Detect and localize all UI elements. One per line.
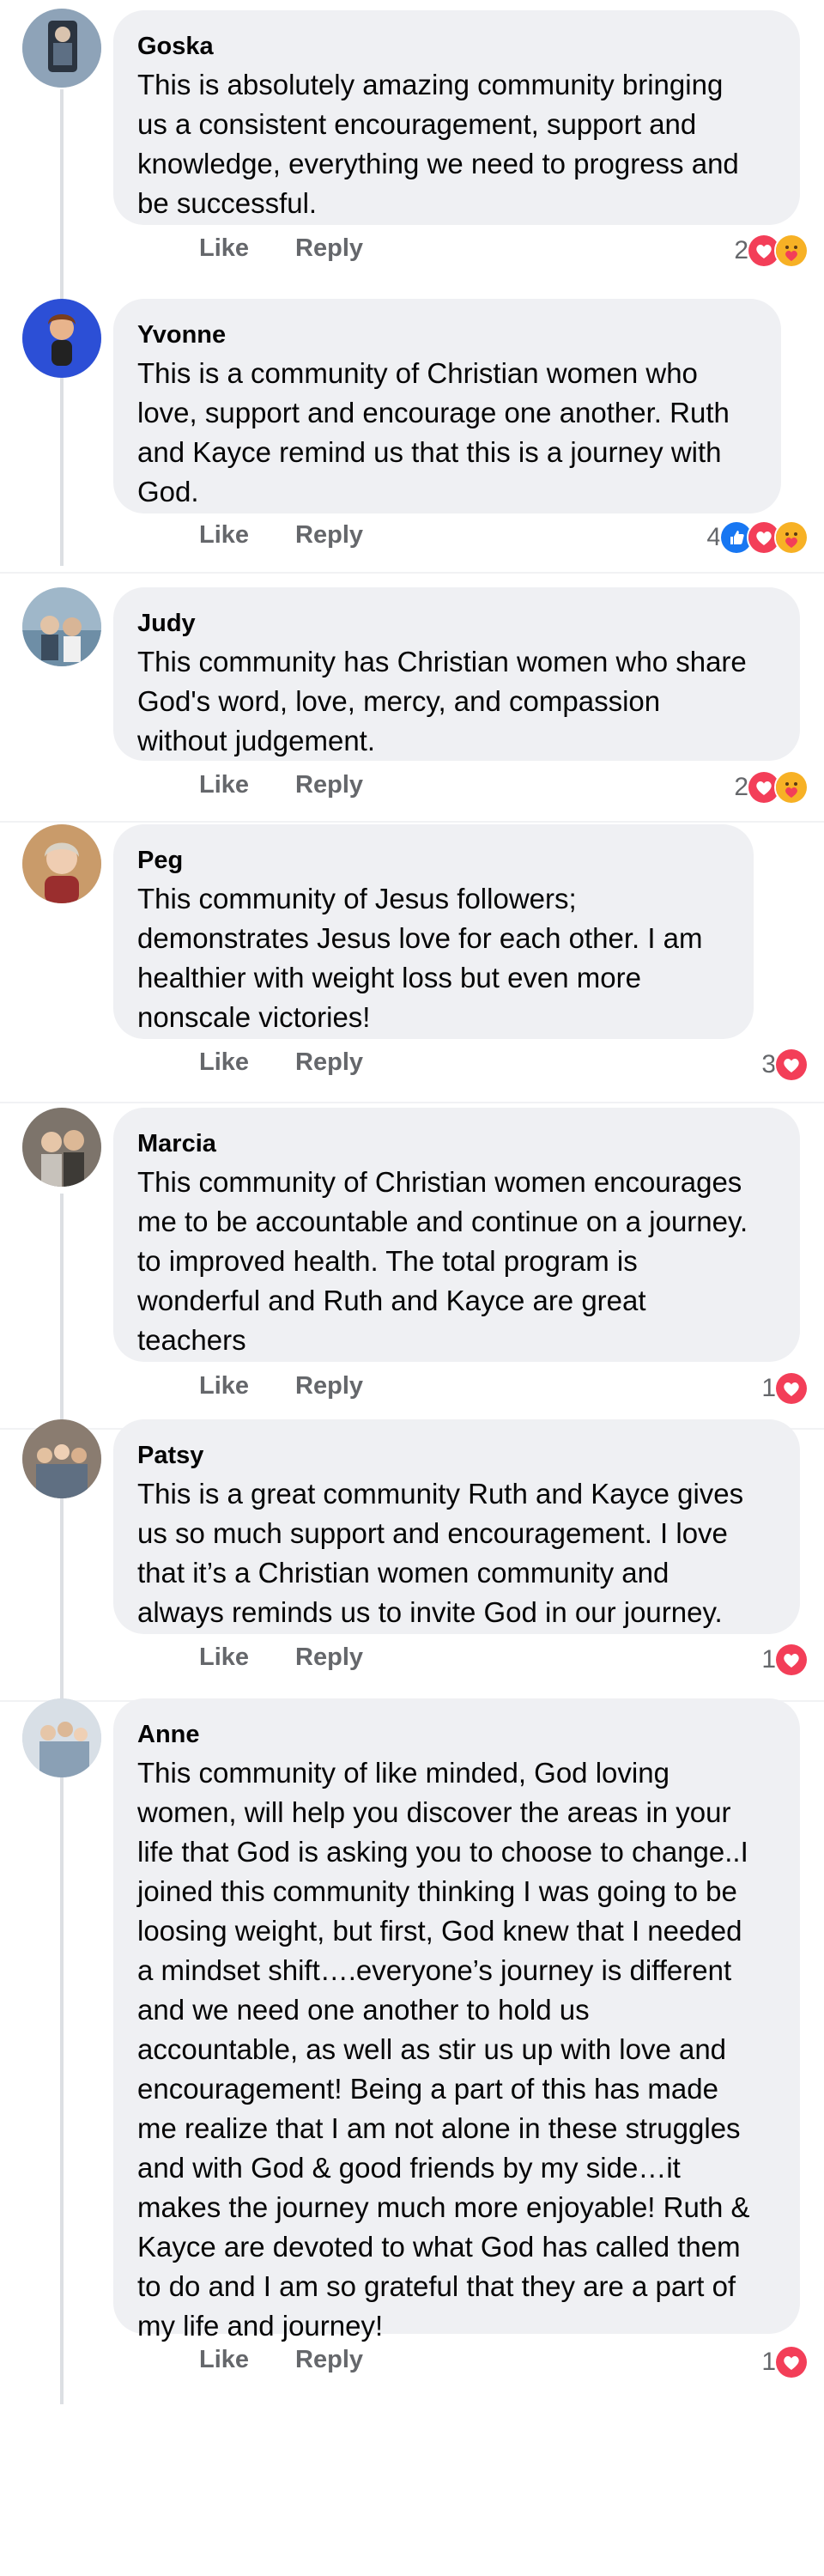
comment-actions: Like Reply [199, 1372, 363, 1406]
care-reaction-icon [774, 770, 809, 805]
comment-bubble: Judy This community has Christian women … [113, 587, 800, 761]
reply-button[interactable]: Reply [295, 2346, 363, 2373]
divider [0, 821, 824, 823]
heart-reaction-icon [774, 1643, 809, 1677]
heart-reaction-icon [774, 1371, 809, 1406]
comment-actions: Like Reply [199, 771, 363, 805]
like-button[interactable]: Like [199, 1372, 249, 1400]
comment-bubble: Anne This community of like minded, God … [113, 1698, 800, 2342]
reaction-summary[interactable]: 4 [706, 520, 809, 555]
avatar[interactable] [22, 1108, 101, 1187]
avatar[interactable] [22, 587, 101, 666]
comment-author[interactable]: Patsy [137, 1438, 774, 1473]
comment-bubble: Goska This is absolutely amazing communi… [113, 10, 800, 225]
comment-author[interactable]: Judy [137, 606, 774, 641]
heart-reaction-icon [774, 2345, 809, 2379]
avatar[interactable] [22, 1698, 101, 1777]
avatar[interactable] [22, 9, 101, 88]
comment-actions: Like Reply [199, 2346, 363, 2380]
comment-text: This is a great community Ruth and Kayce… [137, 1478, 744, 1628]
reaction-summary[interactable]: 1 [761, 1643, 809, 1677]
reaction-summary[interactable]: 1 [761, 2345, 809, 2379]
comment-author[interactable]: Yvonne [137, 318, 755, 352]
comment-bubble: Marcia This community of Christian women… [113, 1108, 800, 1362]
like-button[interactable]: Like [199, 771, 249, 799]
reply-button[interactable]: Reply [295, 1643, 363, 1671]
comment-actions: Like Reply [199, 1048, 363, 1083]
comment-text: This is absolutely amazing community bri… [137, 69, 739, 219]
reply-button[interactable]: Reply [295, 1048, 363, 1076]
comment-actions: Like Reply [199, 1643, 363, 1678]
reply-button[interactable]: Reply [295, 521, 363, 549]
comment-text: This community has Christian women who s… [137, 646, 747, 756]
reaction-summary[interactable]: 3 [761, 1048, 809, 1082]
comment-author[interactable]: Goska [137, 29, 774, 64]
thread-line-3 [60, 1717, 64, 2404]
heart-reaction-icon [774, 1048, 809, 1082]
reaction-summary[interactable]: 1 [761, 1371, 809, 1406]
comment-author[interactable]: Anne [137, 1717, 774, 1752]
comment-text: This is a community of Christian women w… [137, 357, 730, 507]
avatar[interactable] [22, 824, 101, 903]
like-button[interactable]: Like [199, 1643, 249, 1671]
divider [0, 1102, 824, 1103]
care-reaction-icon [774, 520, 809, 555]
like-button[interactable]: Like [199, 2346, 249, 2373]
avatar[interactable] [22, 299, 101, 378]
like-button[interactable]: Like [199, 521, 249, 549]
comment-bubble: Patsy This is a great community Ruth and… [113, 1419, 800, 1634]
like-button[interactable]: Like [199, 1048, 249, 1076]
avatar[interactable] [22, 1419, 101, 1498]
comment-text: This community of like minded, God lovin… [137, 1757, 750, 2342]
reaction-summary[interactable]: 2 [734, 770, 809, 805]
comment-text: This community of Christian women encour… [137, 1166, 748, 1356]
reply-button[interactable]: Reply [295, 234, 363, 262]
reply-button[interactable]: Reply [295, 771, 363, 799]
reaction-summary[interactable]: 2 [734, 234, 809, 268]
comment-text: This community of Jesus followers; demon… [137, 883, 703, 1033]
divider [0, 572, 824, 574]
like-button[interactable]: Like [199, 234, 249, 262]
comment-bubble: Yvonne This is a community of Christian … [113, 299, 781, 513]
care-reaction-icon [774, 234, 809, 268]
reply-button[interactable]: Reply [295, 1372, 363, 1400]
comment-author[interactable]: Marcia [137, 1127, 774, 1161]
comment-actions: Like Reply [199, 234, 363, 269]
comment-bubble: Peg This community of Jesus followers; d… [113, 824, 754, 1039]
comment-author[interactable]: Peg [137, 843, 728, 878]
comment-actions: Like Reply [199, 521, 363, 556]
